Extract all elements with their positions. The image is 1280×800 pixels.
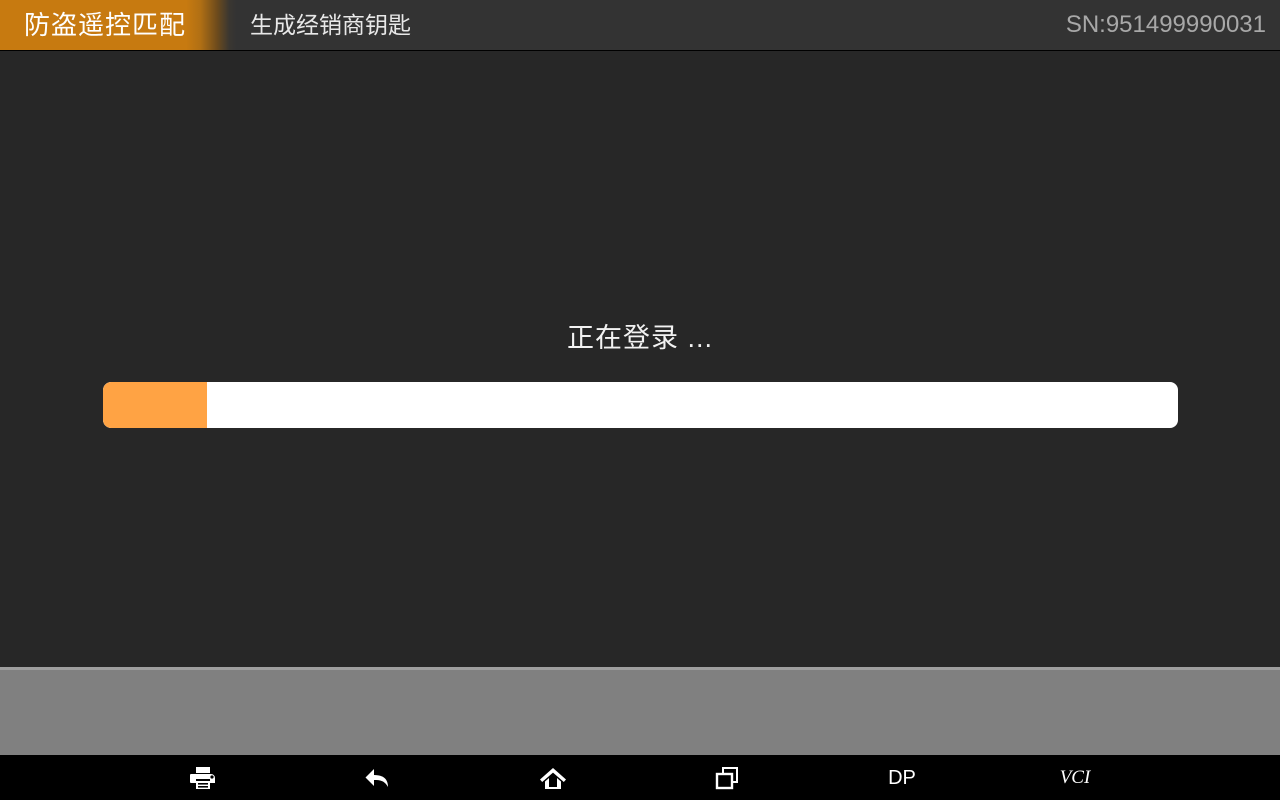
recent-apps-icon bbox=[714, 765, 742, 791]
progress-bar-track bbox=[103, 382, 1178, 428]
back-arrow-icon bbox=[364, 765, 392, 791]
main-content: 正在登录 ... bbox=[0, 51, 1280, 667]
vci-label: VCI bbox=[1059, 766, 1091, 788]
dp-label: DP bbox=[888, 766, 916, 789]
header-module-title: 防盗遥控匹配 bbox=[24, 10, 187, 40]
print-button[interactable] bbox=[143, 755, 263, 800]
app-root: 防盗遥控匹配 生成经销商钥匙 SN:951499990031 正在登录 ... bbox=[0, 0, 1280, 800]
header-function-title: 生成经销商钥匙 bbox=[250, 12, 411, 38]
dp-button[interactable]: DP bbox=[842, 755, 962, 800]
app-header: 防盗遥控匹配 生成经销商钥匙 SN:951499990031 bbox=[0, 0, 1280, 51]
back-button[interactable] bbox=[318, 755, 438, 800]
home-button[interactable] bbox=[493, 755, 613, 800]
system-navigation-bar: DP VCI bbox=[0, 755, 1280, 800]
home-icon bbox=[538, 765, 568, 791]
recent-apps-button[interactable] bbox=[668, 755, 788, 800]
status-message: 正在登录 ... bbox=[566, 323, 713, 353]
header-module-tab[interactable]: 防盗遥控匹配 bbox=[0, 0, 236, 50]
progress-bar-fill bbox=[103, 382, 208, 428]
vci-button[interactable]: VCI bbox=[1015, 755, 1135, 800]
bottom-gray-panel bbox=[0, 667, 1280, 755]
serial-number-label: SN:951499990031 bbox=[1065, 11, 1266, 38]
printer-icon bbox=[189, 765, 217, 791]
